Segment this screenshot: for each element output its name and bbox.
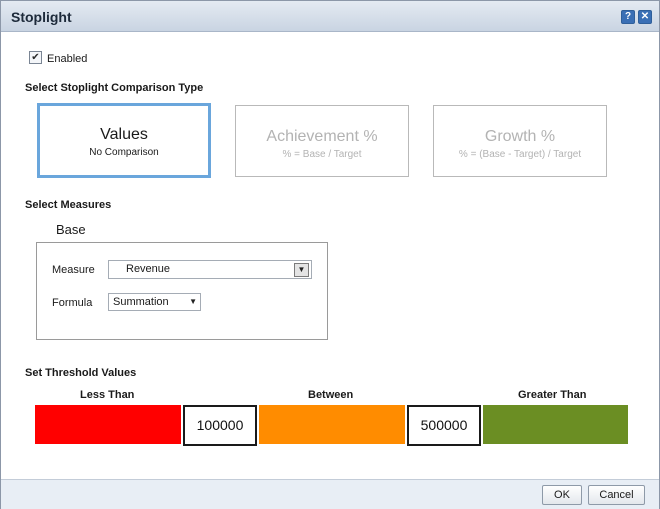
ok-button[interactable]: OK: [542, 485, 582, 505]
comparison-option-subtitle: % = (Base - Target) / Target: [458, 149, 582, 160]
measure-select-value: Revenue: [126, 263, 171, 275]
comparison-option-achievement[interactable]: Achievement % % = Base / Target: [235, 105, 409, 177]
comparison-option-values[interactable]: Values No Comparison: [37, 103, 211, 178]
greater-than-label: Greater Than: [518, 389, 587, 401]
threshold-section-label: Set Threshold Values: [25, 367, 137, 379]
base-measure-group: [36, 242, 328, 340]
high-threshold-input[interactable]: 500000: [407, 405, 481, 446]
comparison-option-title: Achievement %: [266, 128, 378, 145]
measure-select[interactable]: Revenue ▼: [108, 260, 312, 279]
between-label: Between: [308, 389, 354, 401]
formula-select[interactable]: Summation ▼: [108, 293, 201, 311]
less-than-label: Less Than: [80, 389, 135, 401]
greater-than-color-block[interactable]: [483, 405, 628, 444]
chevron-down-icon: ▼: [189, 297, 197, 306]
stoplight-dialog: Stoplight ? ✕ ✔ Enabled Select Stoplight…: [0, 0, 660, 509]
less-than-color-block[interactable]: [35, 405, 181, 444]
close-icon[interactable]: ✕: [638, 10, 652, 24]
comparison-section-label: Select Stoplight Comparison Type: [25, 82, 204, 94]
help-icon[interactable]: ?: [621, 10, 635, 24]
comparison-option-title: Growth %: [484, 128, 556, 145]
enabled-checkbox[interactable]: ✔: [29, 51, 42, 64]
base-group-label: Base: [56, 222, 86, 237]
comparison-option-subtitle: % = Base / Target: [282, 149, 362, 160]
formula-label: Formula: [52, 297, 93, 309]
dropdown-arrow-icon[interactable]: ▼: [294, 263, 309, 277]
measures-section-label: Select Measures: [25, 199, 112, 211]
dialog-titlebar: Stoplight ? ✕: [1, 1, 659, 32]
formula-select-value: Summation: [113, 296, 169, 308]
comparison-option-title: Values: [100, 126, 148, 143]
comparison-option-growth[interactable]: Growth % % = (Base - Target) / Target: [433, 105, 607, 177]
dialog-title: Stoplight: [11, 9, 72, 25]
between-color-block[interactable]: [259, 405, 405, 444]
low-threshold-input[interactable]: 100000: [183, 405, 257, 446]
enabled-label: Enabled: [47, 53, 88, 65]
comparison-option-subtitle: No Comparison: [89, 147, 159, 158]
measure-label: Measure: [52, 264, 95, 276]
cancel-button[interactable]: Cancel: [588, 485, 645, 505]
